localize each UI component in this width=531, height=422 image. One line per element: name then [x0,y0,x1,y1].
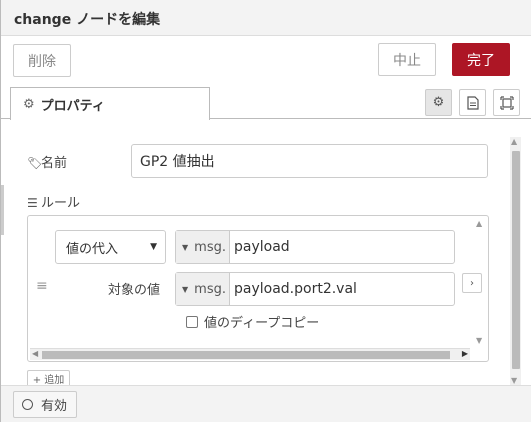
document-icon [466,95,479,110]
target-value: payload [234,239,290,255]
value-label: 対象の値 [108,283,161,298]
rule-source-input[interactable]: ▼ msg. payload.port2.val [175,272,455,306]
description-tab-button[interactable] [459,89,486,116]
expand-button[interactable]: › [462,273,482,293]
form-vscroll[interactable]: ▲ ▼ [510,137,521,385]
tray-header: change ノードを編集 [1,0,531,36]
chevron-right-icon: › [470,277,474,289]
rule-target-input[interactable]: ▼ msg. payload [175,230,455,264]
caret-down-icon: ▼ [182,284,189,294]
scroll-down-icon[interactable]: ▼ [476,336,482,345]
edit-tray: change ノードを編集 削除 中止 完了 ⚙ プロパティ ⚙ 🏷名前 GP2… [0,0,531,422]
tab-properties[interactable]: ⚙ プロパティ [10,87,210,120]
scroll-right-icon[interactable]: ▶ [462,349,468,358]
source-type-select[interactable]: ▼ msg. [176,273,230,305]
name-label: 🏷名前 [27,152,67,171]
target-type-label: msg. [194,239,226,255]
deepcopy-label: 値のディープコピー [204,316,320,331]
scroll-down-icon[interactable]: ▼ [511,376,517,385]
rules-hscroll[interactable]: ◀ ▶ [30,348,470,360]
rules-list: ≡ 値の代入 ▼ ▼ msg. payload 対象の値 ▼ msg. payl… [27,215,489,362]
circle-icon [22,399,33,410]
caret-down-icon: ▼ [182,242,189,252]
settings-tab-button[interactable]: ⚙ [425,89,452,116]
scroll-up-icon[interactable]: ▲ [476,219,482,228]
scroll-left-icon[interactable]: ◀ [32,349,38,358]
gear-icon: ⚙ [432,95,445,110]
done-button[interactable]: 完了 [452,43,510,76]
tag-icon: 🏷 [27,156,43,170]
appearance-tab-button[interactable] [493,89,520,116]
frame-icon [499,95,514,110]
tab-properties-label: プロパティ [40,98,105,114]
tray-footer: 有効 [1,385,531,422]
gear-icon: ⚙ [23,96,35,112]
rule-action-value: 値の代入 [66,241,119,257]
enable-label: 有効 [41,399,68,414]
chevron-down-icon: ▼ [150,242,157,252]
vscroll-thumb[interactable] [512,151,520,369]
resize-edge[interactable] [1,185,4,235]
list-icon: ☰ [27,196,38,210]
rules-label: ☰ ルール [27,192,80,211]
source-value: payload.port2.val [234,281,357,297]
drag-handle-icon[interactable]: ≡ [36,278,48,294]
source-type-label: msg. [194,281,226,297]
deepcopy-checkbox[interactable] [186,316,198,328]
target-type-select[interactable]: ▼ msg. [176,231,230,263]
scroll-up-icon[interactable]: ▲ [511,137,517,146]
tray-title: change ノードを編集 [14,12,161,28]
rules-label-text: ルール [41,196,81,211]
rule-action-select[interactable]: 値の代入 ▼ [55,230,166,264]
delete-button[interactable]: 削除 [13,44,71,77]
name-label-text: 名前 [41,156,68,171]
name-input[interactable]: GP2 値抽出 [131,144,488,178]
hscroll-thumb[interactable] [42,351,450,359]
enable-toggle[interactable]: 有効 [13,391,77,418]
cancel-button[interactable]: 中止 [378,43,436,76]
